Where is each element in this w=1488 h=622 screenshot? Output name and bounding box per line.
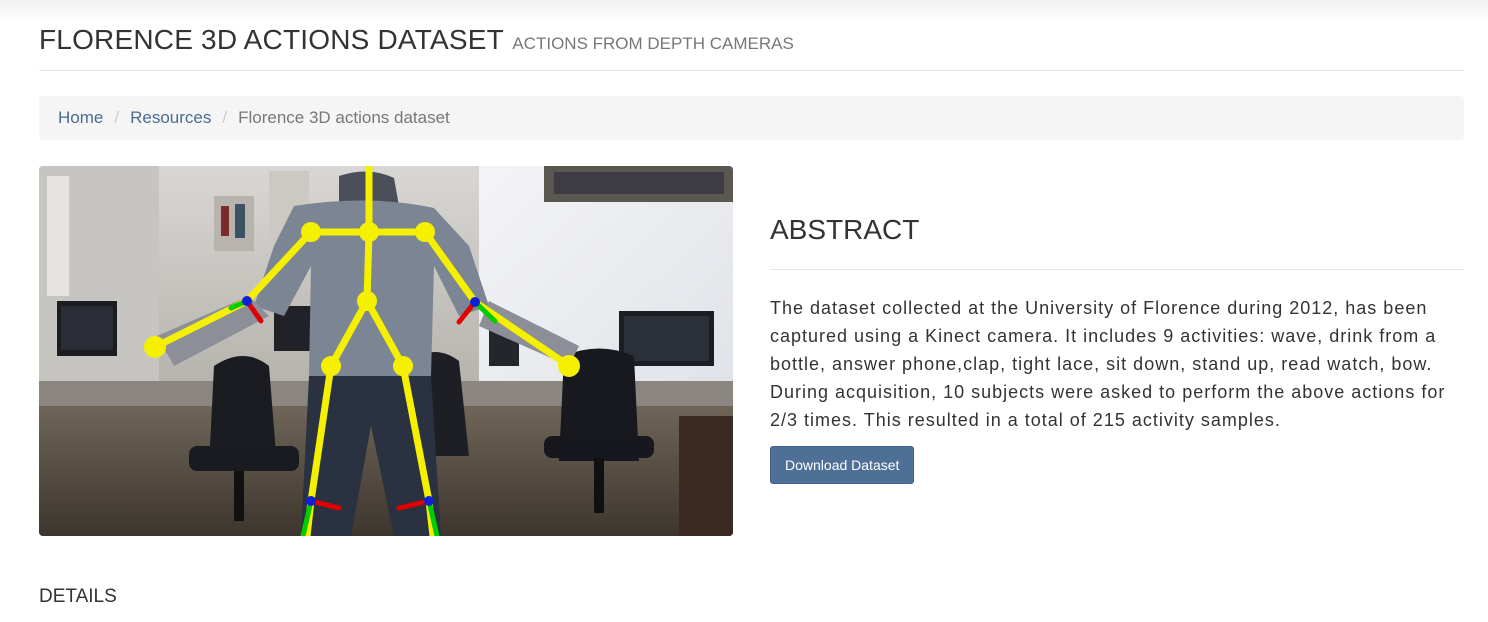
breadcrumb-separator: / <box>222 108 228 127</box>
breadcrumb-separator: / <box>114 108 120 127</box>
abstract-section: ABSTRACT The dataset collected at the Un… <box>770 210 1464 484</box>
details-heading: DETAILS <box>39 586 117 607</box>
page-header: FLORENCE 3D ACTIONS DATASET ACTIONS FROM… <box>39 24 1464 71</box>
download-dataset-button[interactable]: Download Dataset <box>770 446 915 484</box>
page-subtitle: ACTIONS FROM DEPTH CAMERAS <box>512 34 794 53</box>
dataset-preview-image <box>39 166 733 536</box>
breadcrumb-resources-link[interactable]: Resources <box>130 108 211 128</box>
page-title: FLORENCE 3D ACTIONS DATASET <box>39 24 504 55</box>
abstract-heading: ABSTRACT <box>770 210 1464 270</box>
breadcrumb-current: Florence 3D actions dataset <box>238 108 450 127</box>
abstract-text: The dataset collected at the University … <box>770 298 1446 430</box>
breadcrumb: Home / Resources / Florence 3D actions d… <box>39 96 1464 140</box>
top-shade <box>0 0 1488 22</box>
breadcrumb-home-link[interactable]: Home <box>58 108 103 128</box>
